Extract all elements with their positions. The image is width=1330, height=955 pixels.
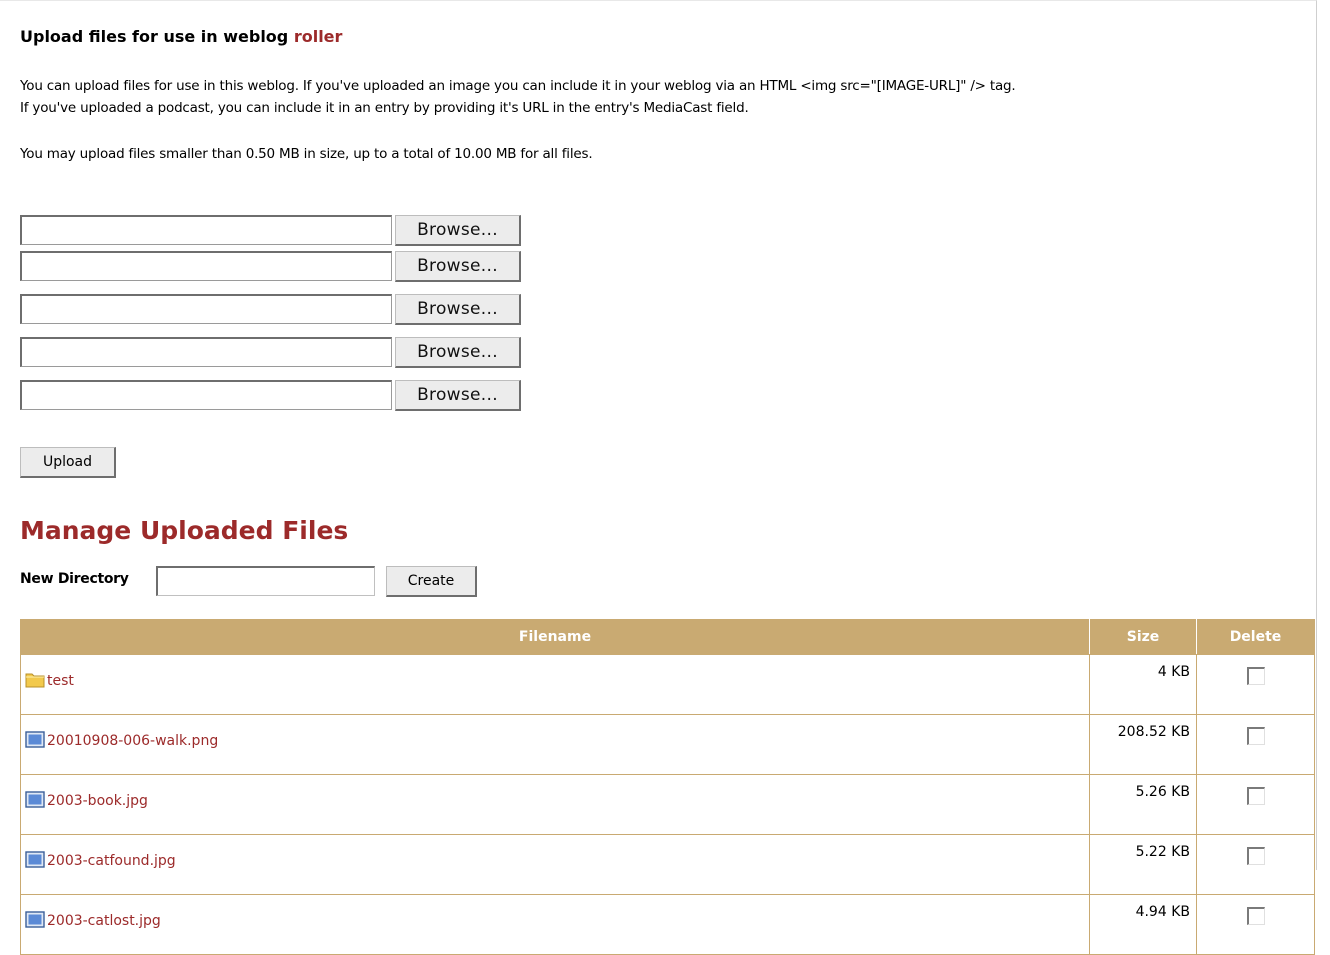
image-file-icon — [25, 851, 45, 868]
filename-cell: 2003-catlost.jpg — [20, 894, 1090, 955]
filename-cell: 2003-catfound.jpg — [20, 834, 1090, 895]
intro-text: You can upload files for use in this web… — [20, 75, 1320, 119]
filename-cell: 20010908-006-walk.png — [20, 714, 1090, 775]
new-directory-input[interactable] — [156, 566, 375, 596]
image-file-icon — [25, 731, 45, 748]
image-file-icon — [25, 791, 45, 808]
browse-button-1[interactable]: Browse... — [395, 215, 521, 246]
table-row: 2003-catfound.jpg 5.22 KB — [20, 834, 1315, 895]
upload-limits: You may upload files smaller than 0.50 M… — [20, 146, 593, 162]
column-header-size: Size — [1089, 619, 1197, 655]
file-input-4[interactable] — [20, 337, 392, 367]
delete-cell — [1196, 894, 1315, 955]
browse-button-4[interactable]: Browse... — [395, 337, 521, 368]
browse-button-5[interactable]: Browse... — [395, 380, 521, 411]
file-input-5[interactable] — [20, 380, 392, 410]
size-cell: 208.52 KB — [1089, 714, 1197, 775]
new-directory-label: New Directory — [20, 571, 129, 587]
browse-button-2[interactable]: Browse... — [395, 251, 521, 282]
delete-checkbox[interactable] — [1246, 787, 1265, 805]
delete-cell — [1196, 834, 1315, 895]
delete-checkbox[interactable] — [1246, 667, 1265, 685]
uploaded-files-table: Filename Size Delete test 4 KB 20010908-… — [20, 619, 1315, 955]
image-file-icon — [25, 911, 45, 928]
size-cell: 5.26 KB — [1089, 774, 1197, 835]
table-row: 20010908-006-walk.png 208.52 KB — [20, 714, 1315, 775]
column-header-filename: Filename — [20, 619, 1090, 655]
filename-cell: 2003-book.jpg — [20, 774, 1090, 835]
delete-cell — [1196, 654, 1315, 715]
table-row: test 4 KB — [20, 654, 1315, 715]
weblog-name: roller — [293, 27, 343, 46]
delete-checkbox[interactable] — [1246, 727, 1265, 745]
manage-files-title: Manage Uploaded Files — [20, 516, 349, 545]
file-link[interactable]: test — [47, 673, 74, 689]
intro-line-2: If you've uploaded a podcast, you can in… — [20, 100, 749, 116]
delete-checkbox[interactable] — [1246, 907, 1265, 925]
size-cell: 4 KB — [1089, 654, 1197, 715]
file-link[interactable]: 2003-catlost.jpg — [47, 913, 161, 929]
intro-line-1: You can upload files for use in this web… — [20, 78, 1016, 94]
file-input-1[interactable] — [20, 215, 392, 245]
delete-checkbox[interactable] — [1246, 847, 1265, 865]
filename-cell: test — [20, 654, 1090, 715]
upload-button[interactable]: Upload — [20, 447, 116, 478]
delete-cell — [1196, 774, 1315, 835]
size-cell: 4.94 KB — [1089, 894, 1197, 955]
create-directory-button[interactable]: Create — [386, 566, 477, 597]
size-cell: 5.22 KB — [1089, 834, 1197, 895]
table-row: 2003-catlost.jpg 4.94 KB — [20, 894, 1315, 955]
delete-cell — [1196, 714, 1315, 775]
file-link[interactable]: 20010908-006-walk.png — [47, 733, 218, 749]
folder-icon — [25, 673, 45, 688]
column-header-delete: Delete — [1196, 619, 1315, 655]
browse-button-3[interactable]: Browse... — [395, 294, 521, 325]
upload-title: Upload files for use in weblog roller — [20, 27, 342, 46]
table-header-row: Filename Size Delete — [20, 619, 1315, 655]
file-input-3[interactable] — [20, 294, 392, 324]
table-row: 2003-book.jpg 5.26 KB — [20, 774, 1315, 835]
file-input-2[interactable] — [20, 251, 392, 281]
file-link[interactable]: 2003-book.jpg — [47, 793, 148, 809]
file-link[interactable]: 2003-catfound.jpg — [47, 853, 176, 869]
upload-title-text: Upload files for use in weblog — [20, 27, 289, 46]
